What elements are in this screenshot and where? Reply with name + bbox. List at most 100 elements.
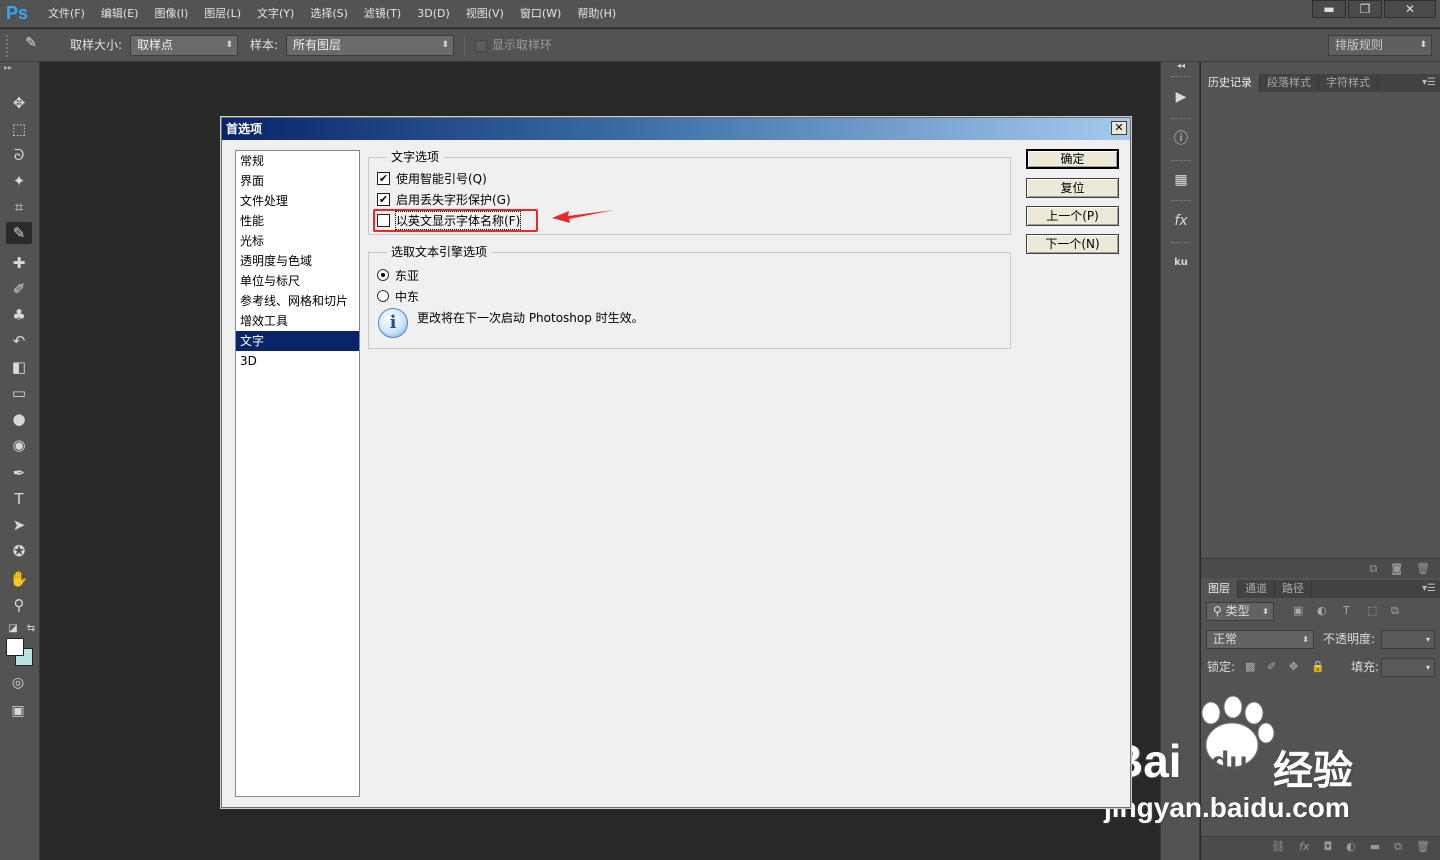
menu-help[interactable]: 帮助(H) (569, 0, 624, 28)
tab-paragraph-styles[interactable]: 段落样式 (1260, 74, 1319, 92)
strip-grip[interactable] (1171, 242, 1191, 245)
strip-grip[interactable] (1171, 118, 1191, 121)
strip-grip[interactable] (1171, 76, 1191, 79)
lock-transparent-icon[interactable]: ▩ (1245, 657, 1255, 677)
category-type[interactable]: 文字 (236, 331, 359, 351)
layer-style-fx-icon[interactable]: fx (1299, 837, 1309, 857)
dialog-close-button[interactable]: ✕ (1111, 121, 1127, 135)
new-group-folder-icon[interactable]: ▬ (1370, 837, 1380, 857)
quick-mask-icon[interactable]: ◎ (9, 672, 27, 694)
tools-collapse-icon[interactable]: ▸▸ (0, 62, 40, 74)
category-cursors[interactable]: 光标 (236, 231, 359, 251)
filter-shape-icon[interactable]: ⬚ (1367, 601, 1377, 621)
category-interface[interactable]: 界面 (236, 171, 359, 191)
new-layer-icon[interactable]: ⧉ (1394, 837, 1402, 857)
opacity-field[interactable]: ▾ (1381, 630, 1435, 649)
missing-glyph-checkbox[interactable]: ✔ (377, 192, 390, 206)
kuler-icon[interactable]: ku (1170, 252, 1192, 274)
workspace-select[interactable]: 排版规则 ⬍ (1328, 35, 1432, 56)
filter-type-icon[interactable]: T (1343, 601, 1350, 621)
clone-stamp-tool-icon[interactable]: ♣ (6, 304, 32, 326)
category-plugins[interactable]: 增效工具 (236, 311, 359, 331)
category-transparency-gamut[interactable]: 透明度与色域 (236, 251, 359, 271)
link-layers-icon[interactable]: ⛓ (1271, 837, 1285, 857)
show-ring-checkbox[interactable] (475, 40, 487, 52)
ok-button[interactable]: 确定 (1026, 149, 1119, 169)
category-performance[interactable]: 性能 (236, 211, 359, 231)
tab-channels[interactable]: 通道 (1238, 580, 1275, 598)
category-file-handling[interactable]: 文件处理 (236, 191, 359, 211)
add-mask-icon[interactable]: ◘ (1323, 837, 1332, 857)
category-3d[interactable]: 3D (236, 351, 359, 371)
sample-select[interactable]: 所有图层 ⬍ (286, 35, 454, 56)
menu-edit[interactable]: 编辑(E) (93, 0, 147, 28)
adjustment-layer-icon[interactable]: ◐ (1346, 837, 1356, 857)
new-document-from-state-icon[interactable]: ⧉ (1369, 559, 1377, 579)
restore-button[interactable]: ❐ (1348, 0, 1382, 18)
shape-tool-icon[interactable]: ✪ (6, 540, 32, 562)
eyedropper-preset-icon[interactable]: ✎ (20, 35, 42, 55)
delete-trash-icon[interactable]: 🗑 (1416, 559, 1430, 579)
layer-filter-select[interactable]: ⚲ 类型 ⬍ (1206, 602, 1274, 621)
delete-layer-trash-icon[interactable]: 🗑 (1416, 837, 1430, 857)
gradient-tool-icon[interactable]: ▭ (6, 382, 32, 404)
lock-pixels-icon[interactable]: ✐ (1267, 657, 1276, 677)
swatches-panel-icon[interactable]: ▦ (1170, 169, 1192, 191)
history-brush-tool-icon[interactable]: ↶ (6, 330, 32, 352)
strip-collapse-icon[interactable]: ◂◂ (1170, 60, 1192, 72)
menu-3d[interactable]: 3D(D) (409, 0, 458, 28)
east-asian-option[interactable]: 东亚 (377, 266, 419, 284)
category-units-rulers[interactable]: 单位与标尺 (236, 271, 359, 291)
window-close-button[interactable]: ✕ (1384, 0, 1436, 18)
crop-tool-icon[interactable]: ⌗ (6, 196, 32, 218)
middle-eastern-option[interactable]: 中东 (377, 287, 419, 305)
blend-mode-select[interactable]: 正常 ⬍ (1206, 630, 1314, 649)
previous-button[interactable]: 上一个(P) (1026, 206, 1119, 226)
magic-wand-tool-icon[interactable]: ✦ (6, 170, 32, 192)
missing-glyph-option[interactable]: ✔ 启用丢失字形保护(G) (377, 190, 511, 208)
minimize-button[interactable]: ▬ (1312, 0, 1346, 18)
info-panel-icon[interactable]: ⓘ (1170, 128, 1192, 150)
menu-window[interactable]: 窗口(W) (512, 0, 569, 28)
menu-select[interactable]: 选择(S) (302, 0, 356, 28)
menu-image[interactable]: 图像(I) (146, 0, 196, 28)
strip-grip[interactable] (1171, 160, 1191, 163)
middle-eastern-radio[interactable] (377, 290, 389, 302)
lock-all-icon[interactable]: 🔒 (1311, 657, 1325, 677)
tab-paths[interactable]: 路径 (1275, 580, 1312, 598)
dialog-title-bar[interactable]: 首选项 ✕ (222, 118, 1130, 140)
marquee-tool-icon[interactable]: ⬚ (6, 118, 32, 140)
panel-menu-icon[interactable]: ▾☰ (1422, 580, 1436, 598)
blur-tool-icon[interactable]: ● (6, 408, 32, 430)
category-general[interactable]: 常规 (236, 151, 359, 171)
lock-position-icon[interactable]: ✥ (1289, 657, 1298, 677)
default-colors-icon[interactable]: ◪ (4, 618, 22, 640)
foreground-color-swatch[interactable] (6, 638, 24, 656)
tab-layers[interactable]: 图层 (1201, 580, 1238, 598)
reset-button[interactable]: 复位 (1026, 178, 1119, 198)
fill-field[interactable]: ▾ (1381, 658, 1435, 677)
filter-smart-object-icon[interactable]: ⧉ (1391, 601, 1399, 621)
move-tool-icon[interactable]: ✥ (6, 92, 32, 114)
category-guides-grid-slices[interactable]: 参考线、网格和切片 (236, 291, 359, 311)
eraser-tool-icon[interactable]: ◧ (6, 356, 32, 378)
swap-colors-icon[interactable]: ⇆ (22, 618, 40, 640)
smart-quotes-option[interactable]: ✔ 使用智能引号(Q) (377, 169, 487, 187)
menu-file[interactable]: 文件(F) (40, 0, 93, 28)
zoom-tool-icon[interactable]: ⚲ (6, 594, 32, 616)
filter-pixel-icon[interactable]: ▣ (1293, 601, 1303, 621)
tab-character-styles[interactable]: 字符样式 (1319, 74, 1378, 92)
styles-fx-icon[interactable]: fx (1170, 210, 1192, 232)
dodge-tool-icon[interactable]: ◉ (6, 434, 32, 456)
strip-grip[interactable] (1171, 200, 1191, 203)
brush-tool-icon[interactable]: ✐ (6, 278, 32, 300)
tab-history[interactable]: 历史记录 (1201, 74, 1260, 92)
panel-menu-icon[interactable]: ▾☰ (1422, 74, 1436, 92)
menu-type[interactable]: 文字(Y) (249, 0, 302, 28)
east-asian-radio[interactable] (377, 269, 389, 281)
smart-quotes-checkbox[interactable]: ✔ (377, 171, 390, 185)
menu-filter[interactable]: 滤镜(T) (356, 0, 409, 28)
screen-mode-icon[interactable]: ▣ (9, 700, 27, 722)
menu-view[interactable]: 视图(V) (458, 0, 512, 28)
healing-brush-tool-icon[interactable]: ✚ (6, 252, 32, 274)
